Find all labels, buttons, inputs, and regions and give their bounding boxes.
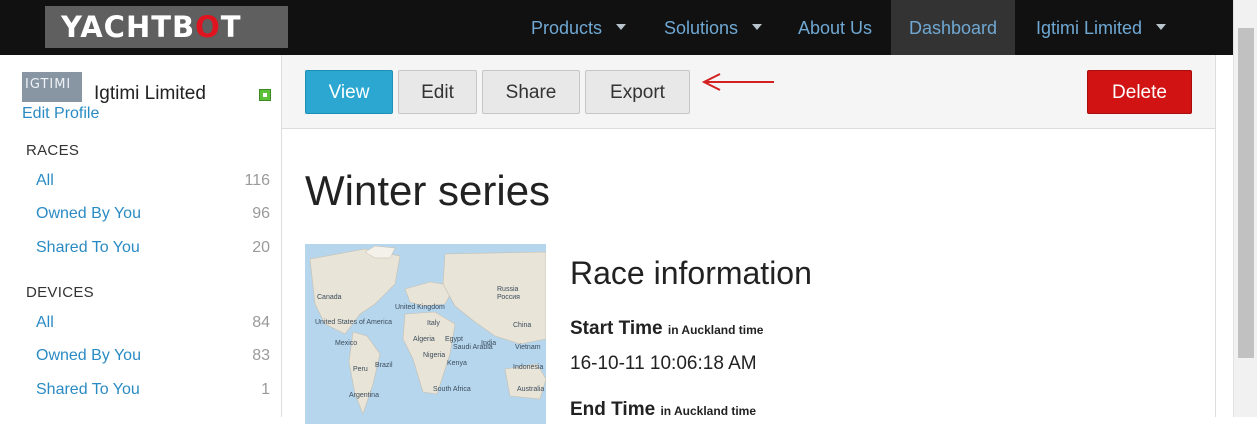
map-label-australia: Australia xyxy=(517,386,545,393)
map-label-algeria: Algeria xyxy=(413,336,435,343)
scrollbar-thumb[interactable] xyxy=(1238,28,1254,358)
start-time-value: 16-10-11 10:06:18 AM xyxy=(570,353,757,374)
sidebar-item-races-shared[interactable]: Shared To You xyxy=(36,239,140,257)
chevron-down-icon xyxy=(1156,24,1167,31)
map-label-egypt: Egypt xyxy=(445,336,463,343)
organization-logo: IGTIMI xyxy=(22,72,82,102)
devices-shared-count: 1 xyxy=(261,381,270,398)
sidebar-item-devices-all[interactable]: All xyxy=(36,314,54,332)
yachtbot-logo[interactable]: YACHTBOT xyxy=(45,6,288,48)
sidebar-item-races-all[interactable]: All xyxy=(36,172,54,190)
map-label-kenya: Kenya xyxy=(447,360,467,367)
devices-all-count: 84 xyxy=(252,314,270,331)
nav-about-us[interactable]: About Us xyxy=(798,0,872,55)
races-all-count: 116 xyxy=(244,172,270,189)
devices-owned-count: 83 xyxy=(252,347,270,364)
top-navbar: YACHTBOT Products Solutions About Us Das… xyxy=(0,0,1233,55)
world-map-graphic xyxy=(305,244,546,424)
annotation-arrow-icon xyxy=(701,73,774,91)
vertical-scrollbar[interactable] xyxy=(1233,0,1257,417)
page-title: Winter series xyxy=(305,167,551,214)
nav-dashboard[interactable]: Dashboard xyxy=(891,0,1016,55)
map-label-indonesia: Indonesia xyxy=(513,364,544,371)
delete-button[interactable]: Delete xyxy=(1087,70,1192,114)
export-button[interactable]: Export xyxy=(585,70,690,114)
map-label-canada: Canada xyxy=(317,294,342,301)
map-label-mexico: Mexico xyxy=(335,340,358,347)
main-panel: View Edit Share Export Delete Winter ser… xyxy=(281,55,1216,424)
start-time-timezone: in Auckland time xyxy=(667,323,764,337)
map-label-peru: Peru xyxy=(353,366,368,373)
map-label-russia-cyrillic: Россия xyxy=(497,294,520,301)
chevron-down-icon xyxy=(752,24,763,31)
sidebar-item-devices-owned[interactable]: Owned By You xyxy=(36,347,141,365)
edit-profile-link[interactable]: Edit Profile xyxy=(22,105,99,123)
share-button[interactable]: Share xyxy=(482,70,580,114)
map-label-nigeria: Nigeria xyxy=(423,352,446,359)
map-label-india: India xyxy=(481,340,497,347)
logo-wordmark: YACHTBOT xyxy=(61,10,242,44)
end-time-timezone: in Auckland time xyxy=(660,404,757,418)
races-owned-count: 96 xyxy=(252,205,270,222)
edit-button[interactable]: Edit xyxy=(398,70,477,114)
map-label-brazil: Brazil xyxy=(375,362,393,369)
races-shared-count: 20 xyxy=(252,239,270,256)
view-button[interactable]: View xyxy=(305,70,393,114)
nav-solutions[interactable]: Solutions xyxy=(664,0,763,55)
lock-icon xyxy=(259,89,271,101)
map-label-uk: United Kingdom xyxy=(395,304,445,311)
map-label-argentina: Argentina xyxy=(349,392,379,399)
nav-account-menu[interactable]: Igtimi Limited xyxy=(1036,0,1167,55)
map-label-russia: Russia xyxy=(497,286,519,293)
sidebar-item-races-owned[interactable]: Owned By You xyxy=(36,205,141,223)
end-time-label: End Time in Auckland time xyxy=(570,399,757,420)
map-label-usa: United States of America xyxy=(315,319,393,326)
map-label-vietnam: Vietnam xyxy=(515,344,541,351)
race-map[interactable]: Canada United States of America Mexico P… xyxy=(305,244,546,424)
races-section-title: RACES xyxy=(26,142,80,159)
map-label-italy: Italy xyxy=(427,320,440,327)
sidebar: IGTIMI Igtimi Limited Edit Profile RACES… xyxy=(0,55,280,417)
start-time-label: Start Time in Auckland time xyxy=(570,318,764,339)
map-label-south-africa: South Africa xyxy=(433,386,471,393)
sidebar-item-devices-shared[interactable]: Shared To You xyxy=(36,381,140,399)
devices-section-title: DEVICES xyxy=(26,284,94,301)
race-info-heading: Race information xyxy=(570,255,812,291)
chevron-down-icon xyxy=(616,24,627,31)
nav-products[interactable]: Products xyxy=(531,0,627,55)
action-toolbar: View Edit Share Export Delete xyxy=(282,55,1215,129)
map-label-china: China xyxy=(513,322,532,329)
organization-name: Igtimi Limited xyxy=(94,83,206,104)
